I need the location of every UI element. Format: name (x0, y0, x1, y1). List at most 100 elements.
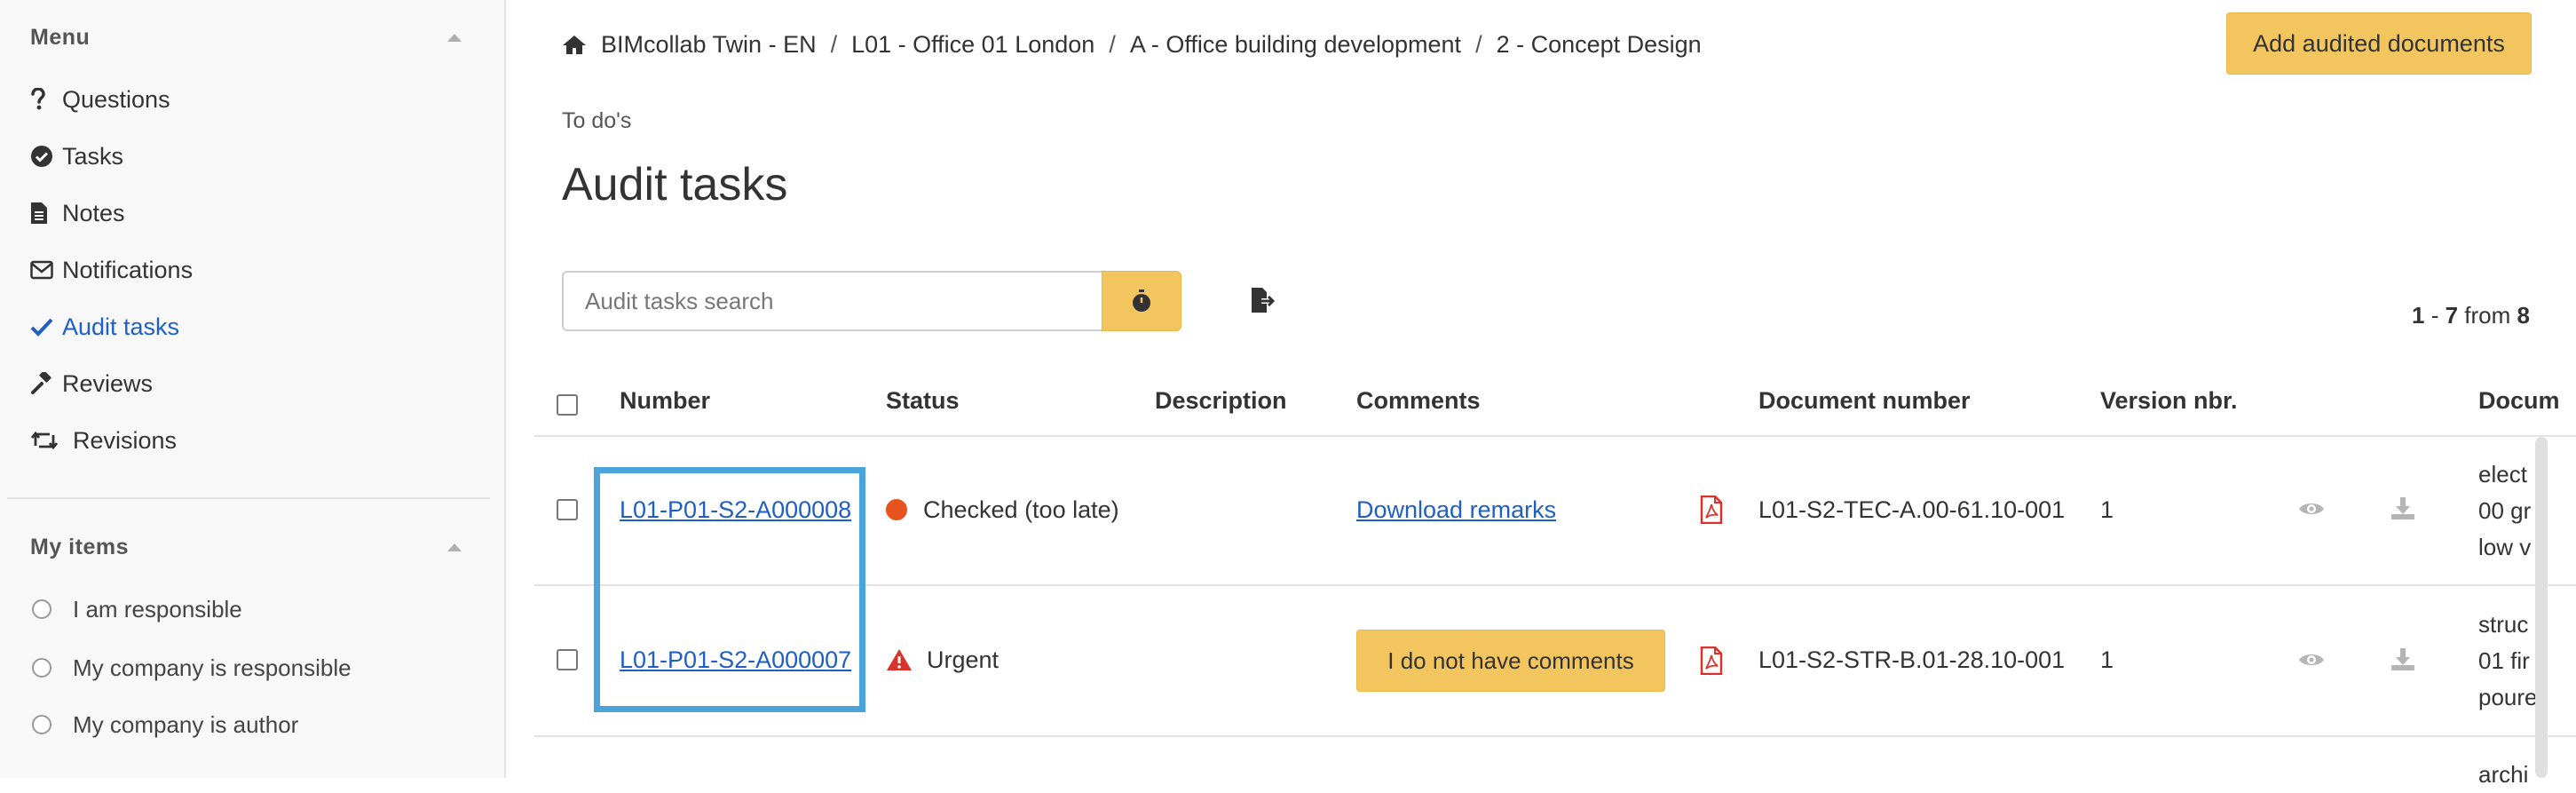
status-dot-icon (886, 499, 907, 520)
breadcrumb: BIMcollab Twin - EN / L01 - Office 01 Lo… (562, 27, 1702, 62)
stopwatch-button[interactable] (1102, 271, 1181, 331)
select-all-checkbox[interactable] (557, 394, 578, 416)
document-number: L01-S2-STR-B.01-28.10-001 (1758, 646, 2066, 673)
task-number-link[interactable]: L01-P01-S2-A000007 (620, 642, 851, 678)
row-checkbox[interactable] (557, 649, 578, 670)
download-remarks-link[interactable]: Download remarks (1356, 492, 1556, 527)
version-number: 1 (2100, 646, 2114, 673)
envelope-icon (30, 260, 62, 280)
search-input[interactable] (562, 271, 1103, 331)
filter-i-am-responsible[interactable]: I am responsible (32, 591, 242, 627)
breadcrumb-item-project[interactable]: A - Office building development (1130, 31, 1461, 59)
column-header-comments[interactable]: Comments (1356, 387, 1481, 415)
my-items-section-title: My items (30, 535, 129, 559)
document-number: L01-S2-TEC-A.00-61.10-001 (1758, 496, 2066, 523)
sidebar: Menu Questions Tasks Notes Notifications… (0, 0, 506, 778)
breadcrumb-separator: / (1109, 30, 1116, 58)
description-line: 00 gr (2478, 497, 2532, 524)
download-icon[interactable] (2390, 645, 2416, 673)
status-label: Checked (too late) (923, 496, 1119, 523)
pager-from: from (2464, 302, 2511, 329)
pagination-info: 1 - 7 from 8 (2412, 302, 2530, 329)
column-header-number[interactable]: Number (620, 387, 710, 415)
breadcrumb-item-workspace[interactable]: BIMcollab Twin - EN (601, 31, 817, 59)
sidebar-item-notifications[interactable]: Notifications (30, 252, 193, 288)
warning-icon (886, 648, 913, 671)
description-line: elect (2478, 461, 2527, 488)
gavel-icon (30, 372, 62, 395)
column-header-document[interactable]: Docum (2478, 387, 2560, 415)
add-audited-documents-button[interactable]: Add audited documents (2226, 12, 2532, 75)
eye-icon[interactable] (2297, 646, 2326, 673)
sidebar-item-label: Notifications (62, 256, 194, 283)
pager-total: 8 (2517, 302, 2530, 329)
sidebar-item-audit-tasks[interactable]: Audit tasks (30, 309, 179, 345)
row-divider (534, 584, 2576, 586)
retweet-icon (30, 430, 73, 451)
pdf-icon[interactable] (1697, 645, 1726, 677)
filter-my-company-author[interactable]: My company is author (32, 707, 298, 742)
sidebar-item-tasks[interactable]: Tasks (30, 139, 123, 174)
no-comments-button[interactable]: I do not have comments (1356, 630, 1665, 692)
description-line: poure (2478, 684, 2538, 710)
breadcrumb-separator: / (830, 30, 838, 58)
description-line: struc (2478, 611, 2529, 638)
status-cell: Checked (too late) (886, 492, 1119, 527)
description-line: archi (2478, 761, 2529, 788)
sidebar-item-label: Revisions (73, 426, 178, 454)
my-items-collapse-icon[interactable] (447, 543, 462, 551)
task-number-link[interactable]: L01-P01-S2-A000008 (620, 492, 851, 527)
description-line: 01 fir (2478, 647, 2530, 674)
radio-button[interactable] (32, 715, 51, 734)
sidebar-item-reviews[interactable]: Reviews (30, 366, 153, 401)
column-header-description[interactable]: Description (1155, 387, 1287, 415)
sidebar-item-revisions[interactable]: Revisions (30, 423, 177, 458)
breadcrumb-item-phase[interactable]: 2 - Concept Design (1497, 31, 1702, 59)
sidebar-item-label: Reviews (62, 369, 154, 397)
download-icon[interactable] (2390, 494, 2416, 522)
document-description: archi (2478, 757, 2528, 793)
table-scrollbar[interactable] (2535, 437, 2548, 778)
row-divider (534, 735, 2576, 737)
status-label: Urgent (927, 646, 1000, 673)
check-circle-icon (30, 145, 62, 168)
stopwatch-icon (1131, 289, 1152, 313)
column-header-document-number[interactable]: Document number (1758, 387, 1971, 415)
radio-button[interactable] (32, 658, 51, 678)
column-header-status[interactable]: Status (886, 387, 960, 415)
document-description: struc 01 fir poure (2478, 607, 2538, 716)
filter-label: My company is responsible (73, 654, 352, 681)
row-checkbox[interactable] (557, 499, 578, 520)
pager-dash: - (2430, 302, 2439, 329)
filter-my-company-responsible[interactable]: My company is responsible (32, 650, 352, 686)
sidebar-item-label: Notes (62, 199, 125, 226)
section-label: To do's (562, 108, 632, 133)
filter-label: My company is author (73, 710, 299, 738)
sidebar-item-label: Questions (62, 85, 170, 113)
description-line: low v (2478, 534, 2532, 560)
sidebar-divider (7, 497, 490, 499)
breadcrumb-item-office[interactable]: L01 - Office 01 London (851, 31, 1094, 59)
check-icon (30, 317, 62, 337)
version-number: 1 (2100, 496, 2114, 523)
menu-collapse-icon[interactable] (447, 34, 462, 42)
document-description: elect 00 gr low v (2478, 456, 2531, 566)
sidebar-item-label: Audit tasks (62, 313, 180, 340)
home-icon[interactable] (562, 34, 587, 55)
table-header-divider (534, 435, 2576, 437)
menu-section-title: Menu (30, 25, 91, 50)
breadcrumb-separator: / (1475, 30, 1482, 58)
file-icon (30, 202, 62, 225)
column-header-version[interactable]: Version nbr. (2100, 387, 2238, 415)
export-icon[interactable] (1247, 282, 1279, 318)
sidebar-item-notes[interactable]: Notes (30, 195, 125, 231)
radio-button[interactable] (32, 599, 51, 619)
pager-end: 7 (2445, 302, 2459, 329)
pager-start: 1 (2411, 302, 2425, 329)
sidebar-item-label: Tasks (62, 142, 124, 170)
sidebar-item-questions[interactable]: Questions (30, 82, 170, 117)
pdf-icon[interactable] (1697, 494, 1726, 526)
question-icon (30, 88, 62, 111)
eye-icon[interactable] (2297, 496, 2326, 522)
page-title: Audit tasks (562, 159, 788, 210)
